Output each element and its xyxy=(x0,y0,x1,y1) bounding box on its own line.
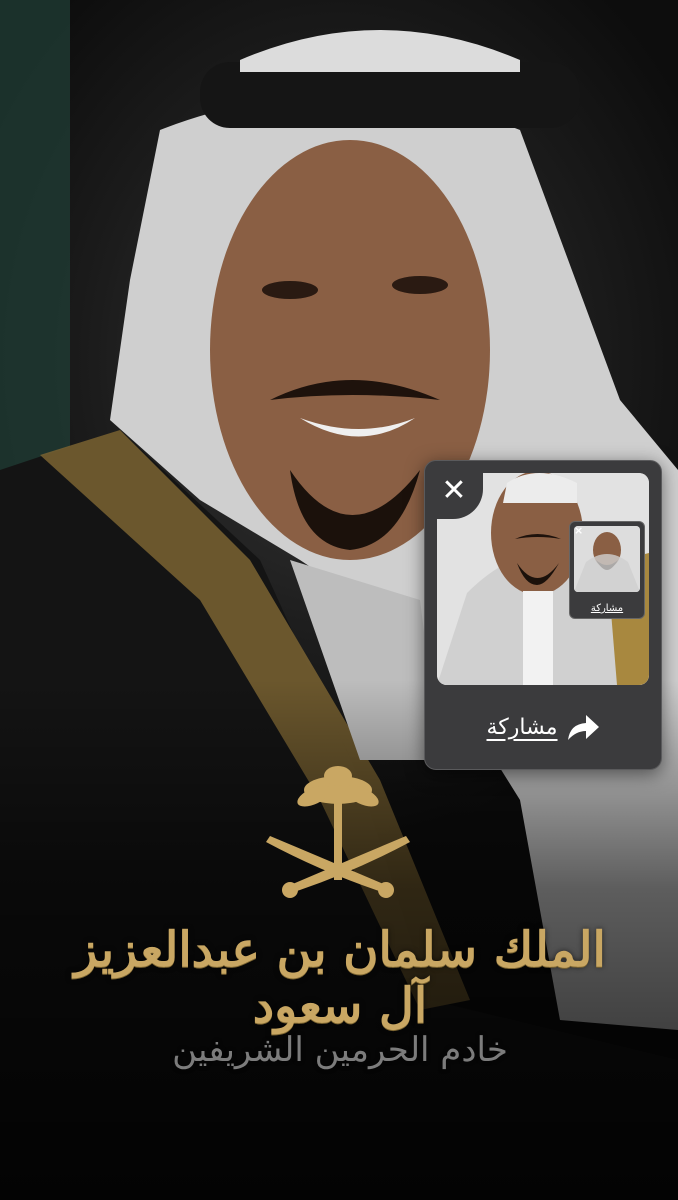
share-arrow-icon xyxy=(567,715,599,740)
share-card[interactable]: × مشاركة ✕ مشاركة xyxy=(424,460,662,770)
title-calligraphy: خادم الحرمين الشريفين xyxy=(172,1030,508,1070)
nested-thumbnail xyxy=(574,526,640,592)
nested-share-label: مشاركة xyxy=(590,603,624,614)
nested-share-card: × مشاركة xyxy=(569,521,645,619)
share-button[interactable]: مشاركة xyxy=(425,707,661,747)
king-name-calligraphy: الملك سلمان بن عبدالعزيز آل سعود xyxy=(74,922,606,1034)
saudi-emblem-icon xyxy=(266,766,410,898)
nested-close-icon: × xyxy=(574,524,584,537)
share-label: مشاركة xyxy=(486,714,558,740)
